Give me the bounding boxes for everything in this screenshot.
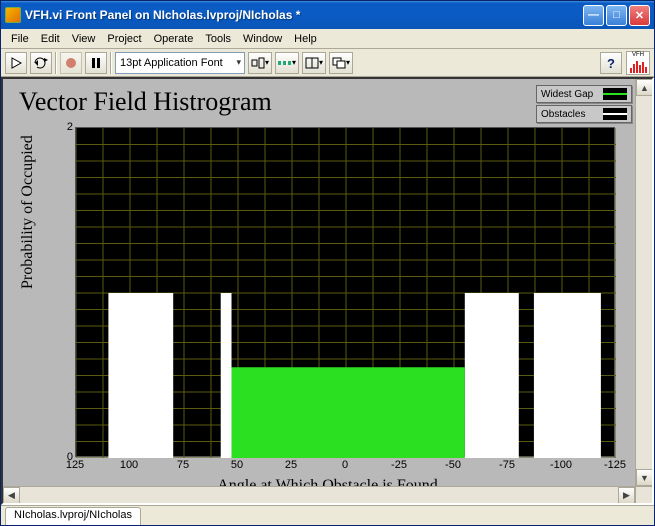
- y-axis-label: Probability of Occupied: [19, 135, 37, 289]
- scroll-up-icon[interactable]: ▲: [636, 79, 653, 96]
- toolbar-divider: [110, 52, 112, 74]
- x-tick: -125: [604, 459, 626, 471]
- legend-label: Widest Gap: [541, 89, 593, 100]
- menu-operate[interactable]: Operate: [148, 31, 200, 47]
- scroll-left-icon[interactable]: ◀: [3, 487, 20, 504]
- statusbar: NIcholas.lvproj/NIcholas: [1, 505, 654, 525]
- menu-tools[interactable]: Tools: [199, 31, 237, 47]
- x-tick: 75: [177, 459, 189, 471]
- run-continuous-button[interactable]: [30, 52, 52, 74]
- maximize-button[interactable]: □: [606, 5, 627, 26]
- chart-bar: [534, 293, 601, 458]
- reorder-button[interactable]: ▾: [329, 52, 353, 74]
- align-button[interactable]: ▾: [248, 52, 272, 74]
- chart-plot-area[interactable]: [75, 127, 615, 457]
- legend-swatch: [603, 88, 627, 100]
- menubar: File Edit View Project Operate Tools Win…: [1, 29, 654, 49]
- chart-bar: [232, 367, 465, 458]
- run-button[interactable]: [5, 52, 27, 74]
- scroll-right-icon[interactable]: ▶: [618, 487, 635, 504]
- menu-file[interactable]: File: [5, 31, 35, 47]
- scrollbar-horizontal[interactable]: ◀ ▶: [3, 486, 635, 503]
- x-tick: -50: [445, 459, 461, 471]
- scrollbar-corner: [635, 486, 652, 503]
- chart-bar: [108, 293, 173, 458]
- menu-window[interactable]: Window: [237, 31, 288, 47]
- menu-view[interactable]: View: [66, 31, 102, 47]
- close-button[interactable]: ✕: [629, 5, 650, 26]
- chart-bar: [221, 293, 232, 458]
- toolbar: 13pt Application Font ▾ ▾ ▾ ▾ ? VFH: [1, 49, 654, 77]
- vi-icon-label: VFH: [632, 52, 644, 58]
- x-tick: -25: [391, 459, 407, 471]
- help-button[interactable]: ?: [600, 52, 622, 74]
- window-title: VFH.vi Front Panel on NIcholas.lvproj/NI…: [25, 8, 583, 22]
- x-tick: 0: [342, 459, 348, 471]
- distribute-button[interactable]: ▾: [275, 52, 299, 74]
- menu-project[interactable]: Project: [101, 31, 147, 47]
- x-tick: 100: [120, 459, 138, 471]
- x-tick: -100: [550, 459, 572, 471]
- abort-button[interactable]: [60, 52, 82, 74]
- x-tick: 50: [231, 459, 243, 471]
- resize-button[interactable]: ▾: [302, 52, 326, 74]
- x-tick: 25: [285, 459, 297, 471]
- y-tick: 2: [67, 121, 73, 133]
- titlebar: VFH.vi Front Panel on NIcholas.lvproj/NI…: [1, 1, 654, 29]
- chart-legend: Widest Gap Obstacles: [536, 85, 632, 123]
- font-select-label: 13pt Application Font: [120, 57, 223, 69]
- toolbar-divider: [55, 52, 57, 74]
- legend-widest-gap[interactable]: Widest Gap: [536, 85, 632, 103]
- menu-edit[interactable]: Edit: [35, 31, 66, 47]
- chart-bar: [465, 293, 519, 458]
- scrollbar-vertical[interactable]: ▲ ▼: [635, 79, 652, 486]
- legend-swatch: [603, 108, 627, 120]
- x-tick: -75: [499, 459, 515, 471]
- pause-button[interactable]: [85, 52, 107, 74]
- chart-title: Vector Field Histrogram: [19, 87, 272, 117]
- x-tick: 125: [66, 459, 84, 471]
- font-select[interactable]: 13pt Application Font: [115, 52, 245, 74]
- front-panel: Vector Field Histrogram Widest Gap Obsta…: [1, 77, 654, 505]
- minimize-button[interactable]: —: [583, 5, 604, 26]
- scroll-down-icon[interactable]: ▼: [636, 469, 653, 486]
- legend-label: Obstacles: [541, 109, 585, 120]
- menu-help[interactable]: Help: [288, 31, 323, 47]
- vi-icon[interactable]: VFH: [626, 51, 650, 75]
- legend-obstacles[interactable]: Obstacles: [536, 105, 632, 123]
- app-icon: [5, 7, 21, 23]
- project-tab[interactable]: NIcholas.lvproj/NIcholas: [5, 507, 141, 525]
- app-window: VFH.vi Front Panel on NIcholas.lvproj/NI…: [0, 0, 655, 526]
